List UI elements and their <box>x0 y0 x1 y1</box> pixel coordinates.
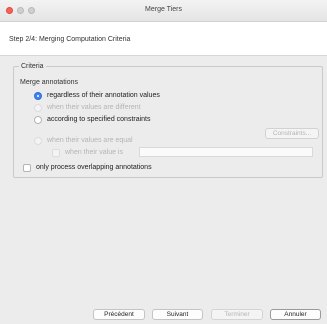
option-only-overlapping[interactable]: only process overlapping annotations <box>23 163 152 172</box>
merge-annotations-label: Merge annotations <box>20 79 78 86</box>
option-value-is: when their value is <box>52 148 123 157</box>
radio-different <box>34 103 42 112</box>
previous-button[interactable]: Précédent <box>93 309 145 320</box>
criteria-group: Criteria Merge annotations regardless of… <box>13 63 323 178</box>
finish-button: Terminer <box>211 309 263 320</box>
option-different-label: when their values are different <box>47 104 141 111</box>
step-title: Step 2/4: Merging Computation Criteria <box>9 36 131 43</box>
value-input-field <box>139 147 313 157</box>
window-title: Merge Tiers <box>145 6 182 13</box>
title-bar: Merge Tiers <box>0 0 327 22</box>
option-constraints-label: according to specified constraints <box>47 116 151 123</box>
cancel-button[interactable]: Annuler <box>270 309 321 320</box>
content-area: Criteria Merge annotations regardless of… <box>0 56 327 305</box>
step-header: Step 2/4: Merging Computation Criteria <box>0 22 327 56</box>
checkbox-value-is <box>52 148 60 157</box>
criteria-legend: Criteria <box>19 63 46 70</box>
option-regardless[interactable]: regardless of their annotation values <box>34 91 160 100</box>
merge-tiers-window: Merge Tiers Step 2/4: Merging Computatio… <box>0 0 327 324</box>
option-value-is-label: when their value is <box>65 149 123 156</box>
checkbox-only-overlapping[interactable] <box>23 163 31 172</box>
constraints-button: Constraints... <box>265 128 319 139</box>
radio-regardless[interactable] <box>34 91 42 100</box>
wizard-footer: Précédent Suivant Terminer Annuler <box>0 305 327 324</box>
radio-constraints[interactable] <box>34 115 42 124</box>
option-equal-label: when their values are equal <box>47 137 133 144</box>
option-equal: when their values are equal <box>34 136 133 145</box>
option-different: when their values are different <box>34 103 141 112</box>
only-overlapping-label: only process overlapping annotations <box>36 164 152 171</box>
radio-equal <box>34 136 42 145</box>
option-regardless-label: regardless of their annotation values <box>47 92 160 99</box>
option-constraints[interactable]: according to specified constraints <box>34 115 151 124</box>
next-button[interactable]: Suivant <box>152 309 203 320</box>
